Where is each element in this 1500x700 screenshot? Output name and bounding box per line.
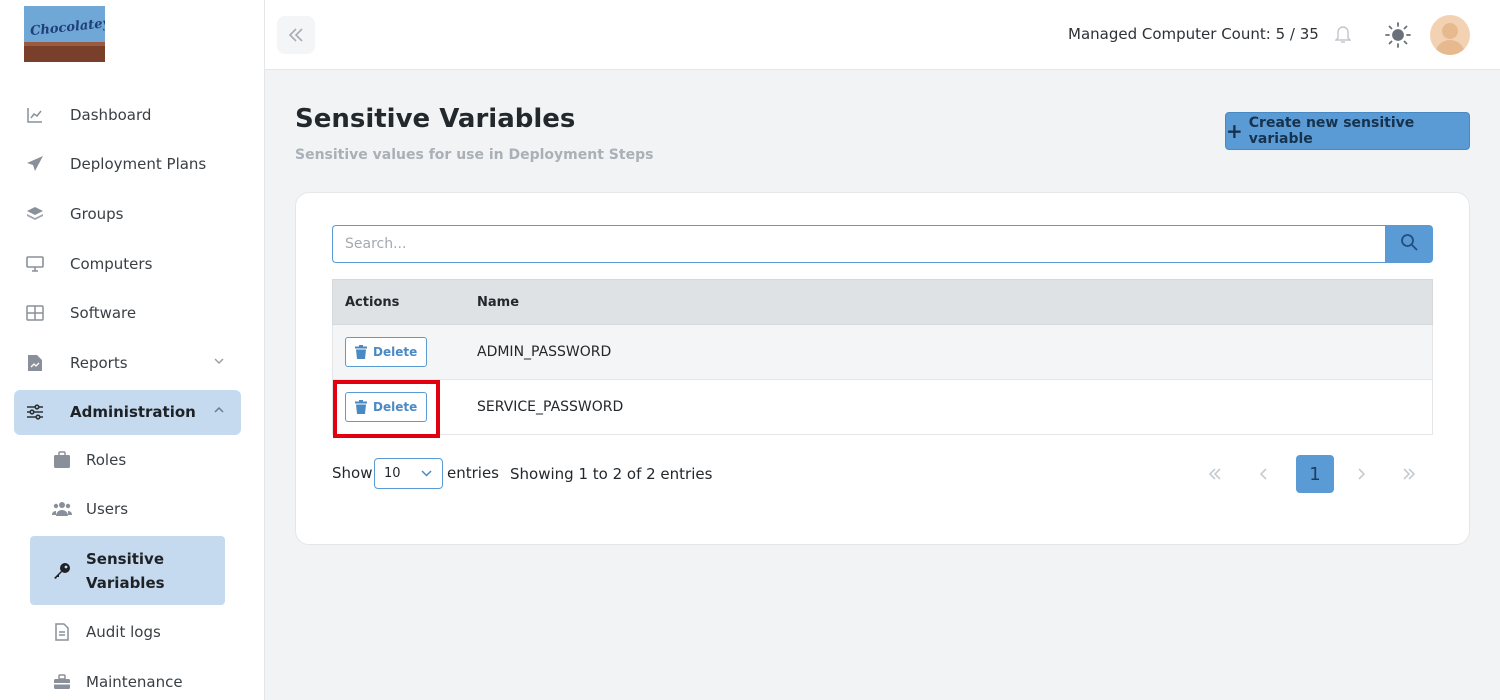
page-title: Sensitive Variables — [295, 104, 576, 134]
pagination-last[interactable] — [1390, 455, 1428, 493]
double-chevron-right-icon — [1402, 464, 1416, 485]
sidebar-item-computers[interactable]: Computers — [24, 244, 234, 284]
chevron-down-icon — [421, 466, 432, 481]
sidebar-item-reports[interactable]: Reports — [24, 343, 234, 383]
entries-per-page-select[interactable]: 10 — [374, 458, 443, 489]
sidebar-subitem-label: Audit logs — [86, 623, 161, 641]
user-avatar[interactable] — [1430, 15, 1470, 55]
search-button[interactable] — [1385, 225, 1433, 263]
search-input[interactable] — [332, 225, 1386, 263]
sensitive-variables-table: Actions Name Delete ADMIN_PASSWORD Delet… — [332, 279, 1433, 435]
column-header-name[interactable]: Name — [477, 295, 1432, 310]
desktop-icon — [24, 253, 46, 275]
delete-button[interactable]: Delete — [345, 392, 428, 422]
table-cell-name: SERVICE_PASSWORD — [477, 399, 624, 415]
pagination-page-1[interactable]: 1 — [1296, 455, 1334, 493]
collapse-sidebar-button[interactable] — [277, 16, 315, 54]
sidebar-item-label: Software — [70, 304, 137, 322]
entries-select-value: 10 — [384, 466, 401, 481]
column-header-actions[interactable]: Actions — [333, 295, 477, 310]
chevron-down-icon — [214, 355, 224, 368]
managed-computer-count: Managed Computer Count: 5 / 35 — [1068, 25, 1319, 43]
logo-text: Chocolatey — [29, 15, 105, 40]
sidebar-subitem-users[interactable]: Users — [52, 489, 128, 529]
chart-line-icon — [24, 104, 46, 126]
sidebar-subitem-label-line2: Variables — [86, 574, 165, 592]
sidebar-item-deployment-plans[interactable]: Deployment Plans — [24, 144, 234, 184]
sidebar-subitem-label: Users — [86, 500, 129, 518]
pagination-previous[interactable] — [1245, 455, 1283, 493]
sidebar-item-label: Administration — [70, 403, 196, 421]
sidebar-item-label: Deployment Plans — [70, 155, 207, 173]
page-subtitle: Sensitive values for use in Deployment S… — [295, 147, 654, 163]
sidebar-subitem-audit-logs[interactable]: Audit logs — [52, 612, 161, 652]
entries-label: entries — [447, 464, 499, 482]
double-chevron-left-icon — [288, 23, 304, 47]
table-row: Delete ADMIN_PASSWORD — [332, 325, 1433, 380]
paper-plane-icon — [24, 153, 46, 175]
sidebar-subitem-label-wrap: Sensitive Variables — [86, 547, 165, 595]
search-icon — [1400, 233, 1418, 255]
chocolatey-logo[interactable]: Chocolatey — [24, 6, 105, 62]
table-row: Delete SERVICE_PASSWORD — [332, 380, 1433, 435]
sidebar-subitem-roles[interactable]: Roles — [52, 440, 126, 480]
grid-icon — [24, 302, 46, 324]
toolbox-icon — [52, 672, 72, 692]
table-cell-actions: Delete — [333, 392, 477, 422]
sidebar-item-label: Computers — [70, 255, 153, 273]
sidebar-item-label: Reports — [70, 354, 128, 372]
sidebar-item-administration[interactable]: Administration — [24, 392, 234, 432]
pagination-first[interactable] — [1196, 455, 1234, 493]
sidebar-item-label: Dashboard — [70, 106, 152, 124]
chevron-up-icon — [214, 404, 224, 417]
theme-toggle-sun-icon[interactable] — [1385, 22, 1411, 52]
file-icon — [52, 622, 72, 642]
layers-icon — [24, 203, 46, 225]
trash-icon — [355, 345, 367, 359]
show-label: Show — [332, 464, 373, 482]
double-chevron-left-icon — [1208, 464, 1222, 485]
id-badge-icon — [52, 450, 72, 470]
pagination-next[interactable] — [1342, 455, 1380, 493]
report-icon — [24, 352, 46, 374]
create-sensitive-variable-button[interactable]: + Create new sensitive variable — [1225, 112, 1470, 150]
sidebar-subitem-sensitive-variables[interactable]: Sensitive Variables — [52, 546, 165, 596]
showing-entries-info: Showing 1 to 2 of 2 entries — [510, 465, 713, 483]
plus-icon: + — [1226, 119, 1243, 143]
key-icon — [52, 561, 72, 581]
delete-button[interactable]: Delete — [345, 337, 428, 367]
top-header: Managed Computer Count: 5 / 35 — [265, 0, 1500, 70]
sidebar-subitem-label: Maintenance — [86, 673, 183, 691]
sidebar-subitem-label: Roles — [86, 451, 127, 469]
sidebar-item-dashboard[interactable]: Dashboard — [24, 95, 234, 135]
trash-icon — [355, 400, 367, 414]
sidebar-item-groups[interactable]: Groups — [24, 194, 234, 234]
users-icon — [52, 499, 72, 519]
delete-label: Delete — [373, 400, 418, 414]
sidebar-item-software[interactable]: Software — [24, 293, 234, 333]
delete-label: Delete — [373, 345, 418, 359]
table-cell-actions: Delete — [333, 337, 477, 367]
sidebar: Chocolatey Dashboard Deployment Plans Gr… — [0, 0, 265, 700]
sidebar-subitem-maintenance[interactable]: Maintenance — [52, 662, 183, 700]
chevron-right-icon — [1357, 464, 1366, 485]
table-header-row: Actions Name — [332, 279, 1433, 325]
sliders-icon — [24, 401, 46, 423]
table-cell-name: ADMIN_PASSWORD — [477, 344, 612, 360]
bell-icon[interactable] — [1334, 24, 1352, 48]
chevron-left-icon — [1259, 464, 1268, 485]
sidebar-item-label: Groups — [70, 205, 124, 223]
create-button-label: Create new sensitive variable — [1248, 115, 1415, 147]
sidebar-subitem-label: Sensitive — [86, 550, 164, 568]
